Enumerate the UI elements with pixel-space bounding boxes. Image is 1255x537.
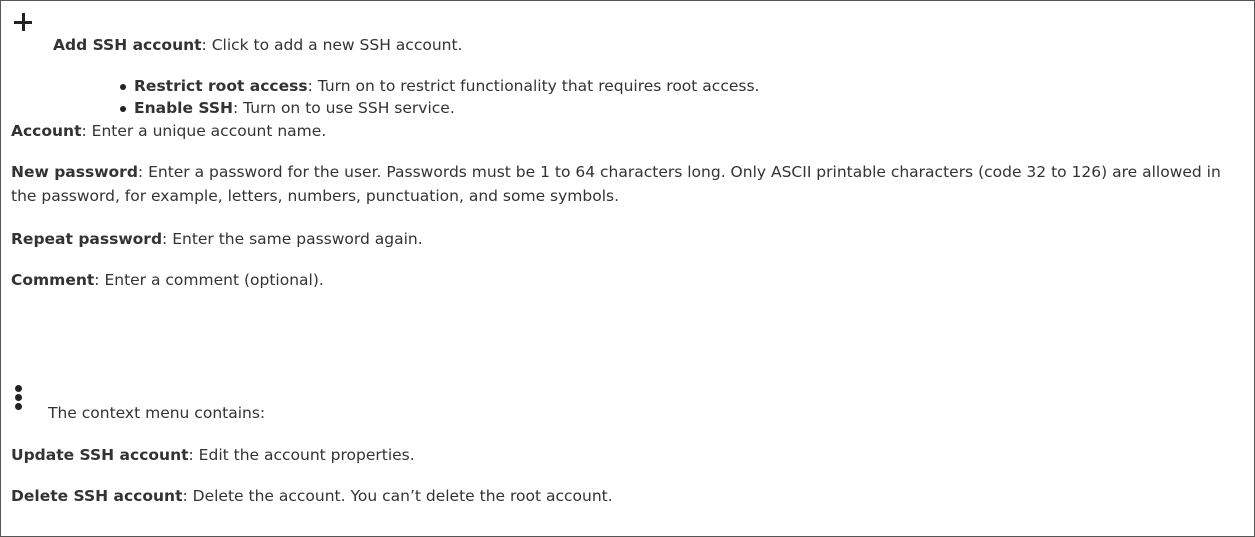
list-item-restrict-root-access: Restrict root access: Turn on to restric… xyxy=(134,77,760,95)
context-menu-item-update-ssh-account: Update SSH account: Edit the account pro… xyxy=(11,446,415,464)
list-item-enable-ssh: Enable SSH: Turn on to use SSH service. xyxy=(134,99,455,117)
plus-icon[interactable] xyxy=(13,12,33,32)
context-menu-item-delete-ssh-account: Delete SSH account: Delete the account. … xyxy=(11,487,613,505)
bullet-dot xyxy=(120,84,126,90)
field-account: Account: Enter a unique account name. xyxy=(11,122,327,140)
more-vertical-icon[interactable] xyxy=(15,385,23,411)
add-ssh-account-description: Add SSH account: Click to add a new SSH … xyxy=(53,36,463,54)
document-frame: Add SSH account: Click to add a new SSH … xyxy=(0,0,1255,537)
context-menu-intro: The context menu contains: xyxy=(48,404,266,422)
add-ssh-account-title: Add SSH account xyxy=(53,36,202,54)
field-repeat-password: Repeat password: Enter the same password… xyxy=(11,230,423,248)
field-comment: Comment: Enter a comment (optional). xyxy=(11,271,324,289)
bullet-dot xyxy=(120,106,126,112)
field-new-password: New password: Enter a password for the u… xyxy=(11,163,1221,205)
